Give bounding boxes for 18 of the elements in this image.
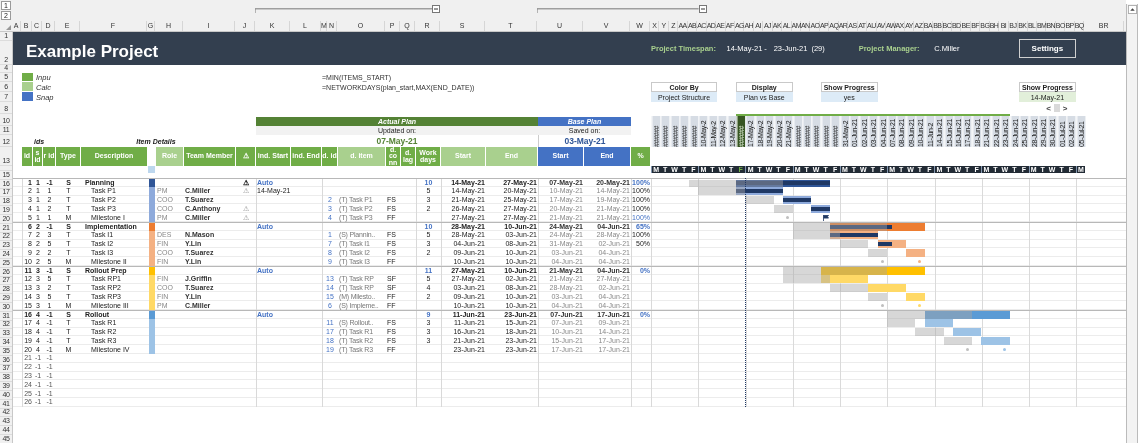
baseline-marker [965, 348, 969, 352]
baseline-marker [786, 216, 790, 220]
project-title: Example Project [25, 41, 159, 62]
collapse-button[interactable] [432, 5, 440, 13]
strip-heading [148, 166, 156, 173]
vertical-scrollbar[interactable] [1126, 4, 1138, 443]
baseline-bar [943, 336, 972, 345]
baseline-marker [880, 304, 884, 308]
baseline-marker [880, 260, 884, 264]
updated-date: 07-May-21 [375, 135, 419, 147]
collapse-button[interactable] [698, 5, 707, 13]
previous-button[interactable]: < [1046, 103, 1051, 113]
gantt-bar [981, 336, 1010, 345]
select-all-icon[interactable] [6, 25, 11, 30]
scroll-thumb[interactable] [1053, 104, 1060, 112]
scroll-up-button[interactable] [1127, 5, 1137, 14]
next-button[interactable]: > [1062, 103, 1068, 113]
settings-button[interactable]: Settings [1019, 39, 1076, 58]
